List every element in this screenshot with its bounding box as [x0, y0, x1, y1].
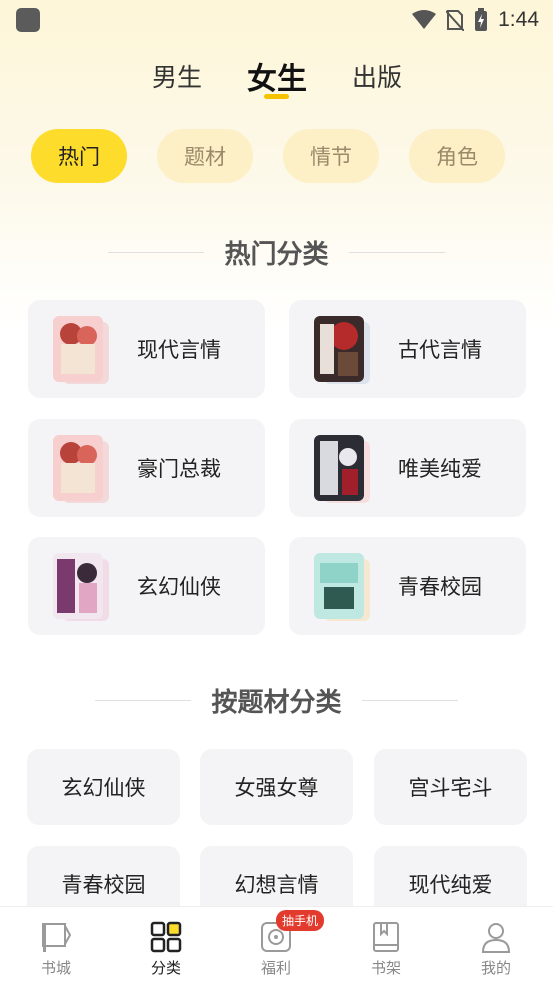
hot-card-modern-romance[interactable]: 现代言情 [28, 300, 265, 398]
tab-male[interactable]: 男生 [137, 58, 217, 94]
book-cover [314, 435, 364, 501]
active-tab-indicator [264, 94, 289, 99]
hot-card-label: 古代言情 [398, 338, 482, 362]
hot-section-title: 热门分类 [0, 232, 553, 272]
flag-icon [42, 923, 72, 952]
theme-button[interactable]: 宫斗宅斗 [374, 749, 527, 825]
filter-role[interactable]: 角色 [409, 129, 505, 183]
filter-hot[interactable]: 热门 [31, 129, 127, 183]
status-bar: 1:44 [0, 0, 553, 40]
app-notification-icon [16, 8, 40, 32]
bottom-nav: 书城 分类 抽手机 福利 书架 我的 [0, 906, 553, 983]
nav-item-mine[interactable]: 我的 [441, 907, 551, 983]
divider [361, 699, 458, 701]
nav-item-welfare[interactable]: 抽手机 福利 [221, 907, 331, 983]
book-cover [314, 553, 364, 619]
nav-item-bookshelf[interactable]: 书架 [331, 907, 441, 983]
tab-publish[interactable]: 出版 [337, 58, 417, 94]
user-icon [481, 923, 511, 953]
book-cover [53, 435, 103, 501]
nav-label: 分类 [150, 959, 181, 977]
status-right: 1:44 [412, 6, 539, 34]
wifi-icon [412, 10, 437, 29]
hot-card-label: 豪门总裁 [137, 457, 221, 481]
nav-label: 我的 [480, 959, 511, 977]
battery-charging-icon [475, 8, 488, 31]
hot-card-ancient-romance[interactable]: 古代言情 [289, 300, 526, 398]
hot-card-label: 青春校园 [398, 575, 482, 599]
divider [108, 251, 205, 253]
hot-card-fantasy-xianxia[interactable]: 玄幻仙侠 [28, 537, 265, 635]
divider [348, 251, 445, 253]
theme-section-title: 按题材分类 [0, 680, 553, 720]
hot-card-label: 唯美纯爱 [398, 457, 482, 481]
divider [95, 699, 192, 701]
hot-section-title-text: 热门分类 [224, 239, 329, 270]
nav-label: 书架 [370, 959, 401, 977]
nav-label: 书城 [40, 959, 71, 977]
hot-card-pure-love[interactable]: 唯美纯爱 [289, 419, 526, 517]
hot-card-label: 现代言情 [137, 338, 221, 362]
book-cover [314, 316, 364, 382]
hot-card-label: 玄幻仙侠 [137, 575, 221, 599]
welfare-badge: 抽手机 [276, 910, 325, 931]
grid-icon [150, 921, 182, 953]
nav-label: 福利 [260, 959, 291, 977]
filter-theme[interactable]: 题材 [157, 129, 253, 183]
tab-female[interactable]: 女生 [237, 54, 317, 98]
gender-tabs: 男生 女生 出版 [0, 50, 553, 100]
book-cover [53, 553, 103, 619]
theme-button[interactable]: 女强女尊 [200, 749, 353, 825]
nav-item-bookstore[interactable]: 书城 [1, 907, 111, 983]
no-sim-icon [446, 10, 465, 31]
book-cover [53, 316, 103, 382]
book-icon [373, 922, 399, 952]
filter-plot[interactable]: 情节 [283, 129, 379, 183]
theme-section-title-text: 按题材分类 [211, 687, 342, 718]
filter-row: 热门 题材 情节 角色 [0, 129, 553, 183]
hot-card-campus[interactable]: 青春校园 [289, 537, 526, 635]
hot-card-rich-ceo[interactable]: 豪门总裁 [28, 419, 265, 517]
status-time: 1:44 [498, 8, 539, 31]
theme-button[interactable]: 玄幻仙侠 [27, 749, 180, 825]
nav-item-category[interactable]: 分类 [111, 907, 221, 983]
